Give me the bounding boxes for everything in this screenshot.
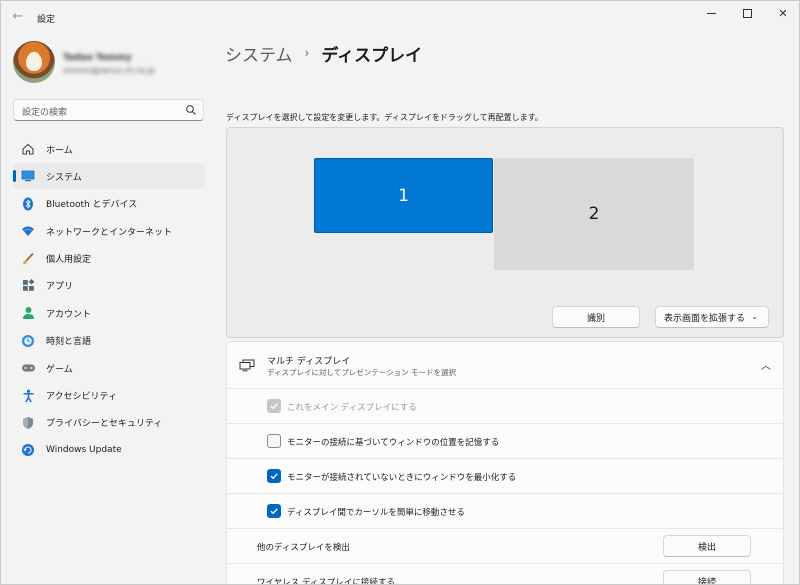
connect-button[interactable]: 接続 bbox=[663, 570, 751, 584]
sidebar-item-accounts[interactable]: アカウント bbox=[13, 300, 205, 326]
checkmark-icon bbox=[270, 508, 278, 515]
checkmark-icon bbox=[270, 403, 278, 410]
sidebar-item-label: Windows Update bbox=[46, 445, 122, 456]
search-placeholder: 設定の検索 bbox=[22, 108, 68, 118]
back-arrow-icon: ← bbox=[12, 9, 24, 24]
sidebar-item-label: ネットワークとインターネット bbox=[46, 227, 173, 238]
account-icon bbox=[20, 305, 36, 321]
checkmark-icon bbox=[270, 473, 278, 480]
sidebar-item-windows-update[interactable]: Windows Update bbox=[13, 437, 205, 463]
monitor-1[interactable]: 1 bbox=[314, 158, 493, 233]
multi-display-icon bbox=[239, 359, 255, 372]
minimize-button[interactable] bbox=[693, 1, 729, 25]
option-label: モニターの接続に基づいてウィンドウの位置を記憶する bbox=[287, 438, 500, 448]
minimize-icon bbox=[706, 12, 716, 14]
multi-display-subtitle: ディスプレイに対してプレゼンテーション モードを選択 bbox=[267, 368, 456, 377]
option-row-remember-positions: モニターの接続に基づいてウィンドウの位置を記憶する bbox=[227, 423, 783, 458]
easy-cursor-checkbox[interactable] bbox=[267, 504, 281, 518]
main-display-checkbox bbox=[267, 399, 281, 413]
sidebar-item-privacy-security[interactable]: プライバシーとセキュリティ bbox=[13, 410, 205, 436]
sidebar-item-label: ゲーム bbox=[46, 364, 73, 375]
option-label: ディスプレイ間でカーソルを簡単に移動させる bbox=[287, 508, 465, 518]
display-arrangement-area: 1 2 識別 表示画面を拡張する ⌄ bbox=[226, 127, 784, 338]
page-title: ディスプレイ bbox=[321, 45, 423, 66]
remember-positions-checkbox[interactable] bbox=[267, 434, 281, 448]
title-bar: ← 設定 ✕ bbox=[1, 1, 799, 33]
avatar bbox=[13, 41, 55, 83]
sidebar-item-time-language[interactable]: 時刻と言語 bbox=[13, 328, 205, 354]
app-title: 設定 bbox=[37, 15, 56, 25]
time-language-icon bbox=[20, 333, 36, 349]
close-icon: ✕ bbox=[778, 6, 788, 20]
sidebar-item-gaming[interactable]: ゲーム bbox=[13, 355, 205, 381]
sidebar-item-label: ホーム bbox=[46, 145, 73, 156]
back-button[interactable]: ← bbox=[9, 9, 27, 25]
brush-icon bbox=[20, 251, 36, 267]
user-email: xtommi@xenux.nh.ne.jp bbox=[63, 66, 155, 75]
accessibility-icon bbox=[20, 388, 36, 404]
sidebar-item-network[interactable]: ネットワークとインターネット bbox=[13, 218, 205, 244]
option-row-easy-cursor: ディスプレイ間でカーソルを簡単に移動させる bbox=[227, 493, 783, 528]
detect-displays-label: 他のディスプレイを検出 bbox=[257, 543, 350, 553]
sidebar-item-label: アカウント bbox=[46, 309, 92, 320]
arrangement-instruction: ディスプレイを選択して設定を変更します。ディスプレイをドラッグして再配置します。 bbox=[226, 113, 543, 122]
sidebar-item-home[interactable]: ホーム bbox=[13, 136, 205, 162]
search-input[interactable]: 設定の検索 bbox=[13, 99, 204, 121]
minimize-windows-checkbox[interactable] bbox=[267, 469, 281, 483]
display-mode-value: 表示画面を拡張する bbox=[664, 313, 746, 324]
sidebar-item-accessibility[interactable]: アクセシビリティ bbox=[13, 383, 205, 409]
wireless-display-row: ワイヤレス ディスプレイに接続する 接続 bbox=[227, 563, 783, 585]
sidebar-item-label: Bluetooth とデバイス bbox=[46, 200, 138, 211]
gamepad-icon bbox=[20, 360, 36, 376]
sidebar-item-label: アプリ bbox=[46, 282, 74, 293]
display-mode-dropdown[interactable]: 表示画面を拡張する ⌄ bbox=[655, 306, 769, 328]
sidebar-item-system[interactable]: システム bbox=[13, 163, 205, 190]
sidebar-item-personalization[interactable]: 個人用設定 bbox=[13, 246, 205, 272]
breadcrumb-system-link[interactable]: システム bbox=[225, 41, 293, 66]
sidebar-item-label: プライバシーとセキュリティ bbox=[46, 419, 163, 430]
sidebar-item-label: アクセシビリティ bbox=[46, 392, 118, 403]
multi-display-header[interactable]: マルチ ディスプレイ ディスプレイに対してプレゼンテーション モードを選択 ︿ bbox=[227, 342, 783, 388]
chevron-down-icon: ⌄ bbox=[751, 312, 758, 321]
detect-button[interactable]: 検出 bbox=[663, 535, 751, 557]
apps-icon bbox=[20, 278, 36, 294]
sidebar-nav: ホーム システム Bluetooth とデバイス ネットワークとインターネット … bbox=[13, 136, 205, 465]
user-profile[interactable]: Tadao Tommy xtommi@xenux.nh.ne.jp bbox=[13, 41, 213, 85]
settings-window: ← 設定 ✕ Tadao Tommy xtommi@xenux.nh.ne.jp… bbox=[0, 0, 800, 585]
option-label: モニターが接続されていないときにウィンドウを最小化する bbox=[287, 473, 517, 483]
chevron-up-icon: ︿ bbox=[761, 361, 771, 372]
user-name: Tadao Tommy bbox=[63, 53, 132, 63]
maximize-icon bbox=[742, 8, 752, 18]
chevron-right-icon: › bbox=[304, 46, 310, 60]
option-row-main-display: これをメイン ディスプレイにする bbox=[227, 388, 783, 423]
window-controls: ✕ bbox=[693, 1, 799, 25]
sidebar-item-label: システム bbox=[46, 172, 82, 183]
wireless-display-label: ワイヤレス ディスプレイに接続する bbox=[257, 578, 395, 585]
bluetooth-icon bbox=[20, 196, 36, 212]
option-label: これをメイン ディスプレイにする bbox=[287, 403, 417, 413]
multi-display-title: マルチ ディスプレイ bbox=[267, 357, 351, 367]
monitor-2[interactable]: 2 bbox=[494, 158, 694, 270]
identify-button[interactable]: 識別 bbox=[552, 306, 640, 328]
multi-display-panel: マルチ ディスプレイ ディスプレイに対してプレゼンテーション モードを選択 ︿ … bbox=[226, 341, 784, 585]
wifi-icon bbox=[20, 223, 36, 239]
maximize-button[interactable] bbox=[729, 1, 765, 25]
update-icon bbox=[20, 442, 36, 458]
option-row-minimize-windows: モニターが接続されていないときにウィンドウを最小化する bbox=[227, 458, 783, 493]
breadcrumb: システム › ディスプレイ bbox=[225, 41, 423, 66]
home-icon bbox=[20, 141, 36, 157]
sidebar-item-bluetooth[interactable]: Bluetooth とデバイス bbox=[13, 191, 205, 217]
search-icon bbox=[186, 105, 196, 115]
sidebar-item-label: 個人用設定 bbox=[46, 255, 92, 266]
sidebar-item-label: 時刻と言語 bbox=[46, 337, 92, 348]
close-button[interactable]: ✕ bbox=[765, 1, 799, 25]
system-icon bbox=[20, 168, 36, 184]
detect-displays-row: 他のディスプレイを検出 検出 bbox=[227, 528, 783, 563]
shield-icon bbox=[20, 415, 36, 431]
sidebar-item-apps[interactable]: アプリ bbox=[13, 273, 205, 299]
